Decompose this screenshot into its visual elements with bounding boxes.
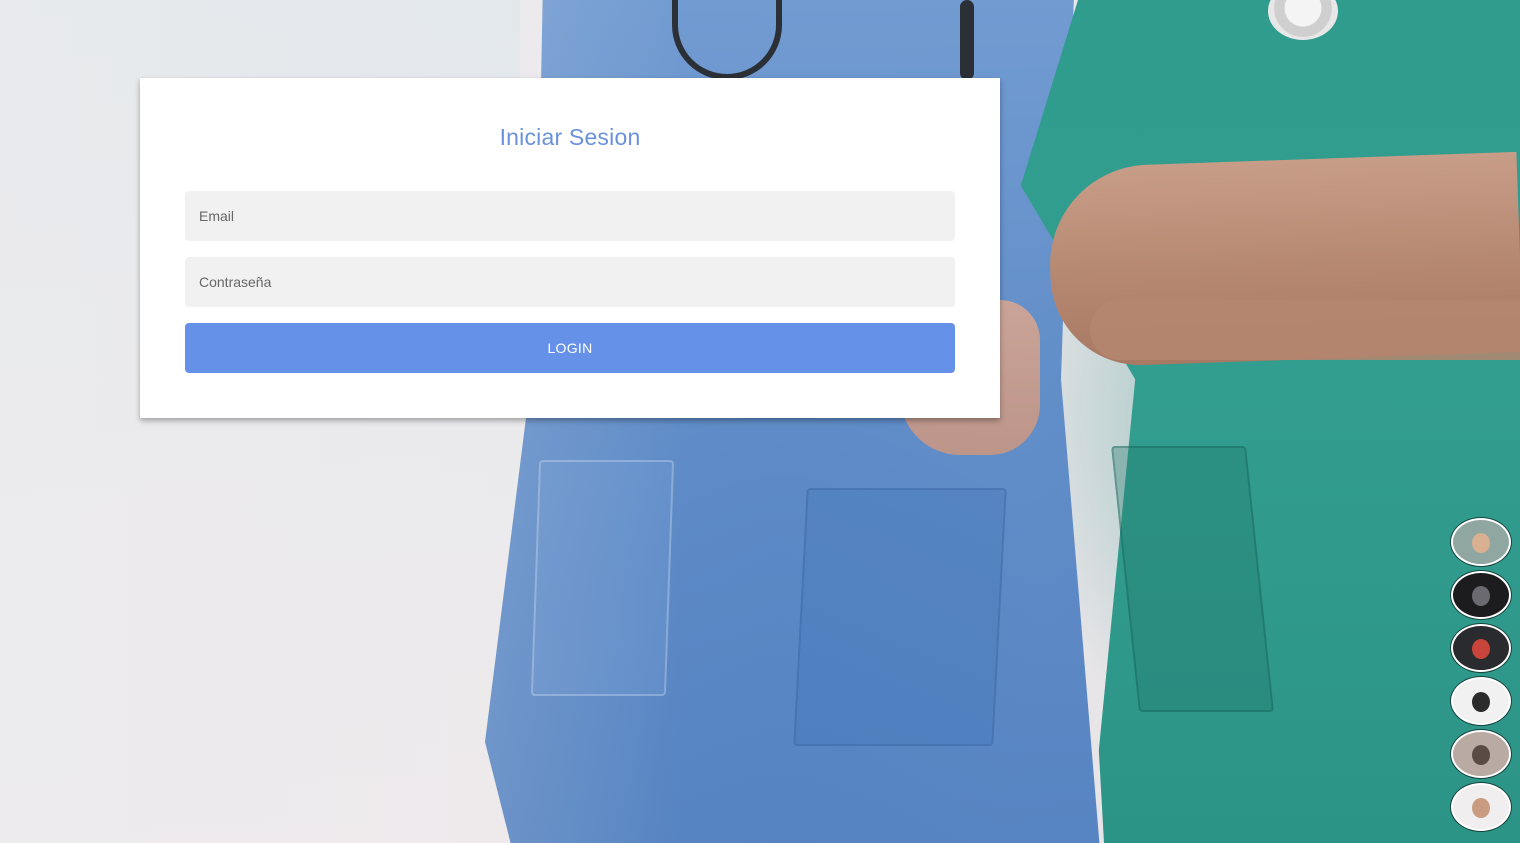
avatar[interactable]	[1451, 571, 1511, 619]
avatar-list	[1451, 518, 1511, 836]
avatar-face	[1472, 744, 1490, 765]
avatar-face	[1472, 797, 1490, 818]
avatar-face	[1472, 585, 1490, 606]
avatar[interactable]	[1451, 730, 1511, 778]
avatar[interactable]	[1451, 624, 1511, 672]
avatar[interactable]	[1451, 677, 1511, 725]
password-field[interactable]	[185, 257, 955, 307]
avatar[interactable]	[1451, 518, 1511, 566]
email-field[interactable]	[185, 191, 955, 241]
avatar-face	[1472, 638, 1490, 659]
avatar-face	[1472, 532, 1490, 553]
login-card: Iniciar Sesion LOGIN	[140, 78, 1000, 418]
login-title: Iniciar Sesion	[499, 124, 641, 150]
login-button[interactable]: LOGIN	[185, 323, 955, 373]
avatar[interactable]	[1451, 783, 1511, 831]
avatar-face	[1472, 691, 1490, 712]
